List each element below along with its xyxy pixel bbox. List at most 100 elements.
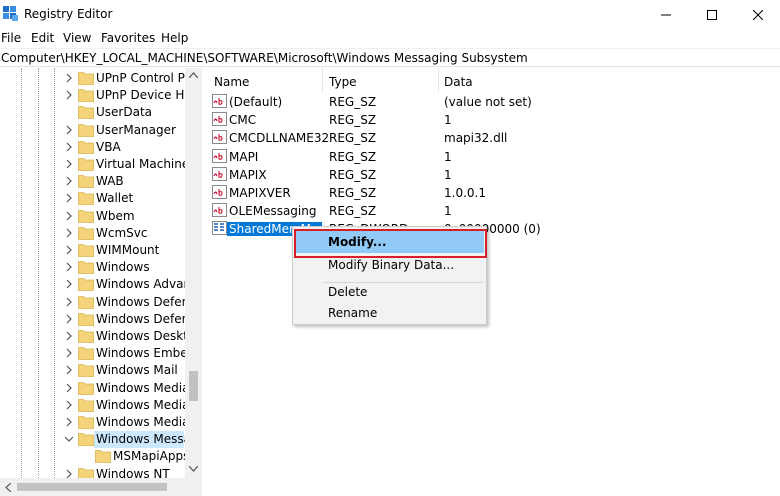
tree-item[interactable]: Windows Defend <box>0 294 190 311</box>
tree-item[interactable]: Windows Media D <box>0 380 190 397</box>
chevron-right-icon[interactable] <box>64 245 74 255</box>
tree-item[interactable]: UPnP Device Hos <box>0 87 190 104</box>
tree-item-label: UserData <box>96 105 153 120</box>
value-row[interactable]: MAPI REG_SZ 1 <box>206 148 766 166</box>
value-row[interactable]: CMCDLLNAME32 REG_SZ mapi32.dll <box>206 129 766 147</box>
tree-item[interactable]: WIMMount <box>0 242 190 259</box>
value-data: 1 <box>444 167 452 182</box>
tree-item[interactable]: UserManager <box>0 122 190 139</box>
tree-item[interactable]: Windows Defend <box>0 311 190 328</box>
chevron-down-icon[interactable] <box>64 434 74 444</box>
chevron-right-icon[interactable] <box>64 297 74 307</box>
string-value-icon <box>212 203 227 218</box>
chevron-right-icon[interactable] <box>64 193 74 203</box>
chevron-right-icon[interactable] <box>64 125 74 135</box>
key-tree[interactable]: UPnP Control Poi UPnP Device Hos UserData U… <box>0 68 202 496</box>
scrollbar-thumb[interactable] <box>189 371 198 401</box>
value-row[interactable]: MAPIX REG_SZ 1 <box>206 166 766 184</box>
string-value-icon <box>212 94 227 108</box>
column-divider[interactable] <box>438 68 439 92</box>
value-data: (value not set) <box>444 95 532 109</box>
menu-help[interactable]: Help <box>161 31 188 45</box>
tree-item-label: Virtual Machine <box>96 157 185 171</box>
chevron-right-icon[interactable] <box>64 159 74 169</box>
chevron-right-icon[interactable] <box>64 211 74 221</box>
tree-item[interactable]: Windows Media P <box>0 414 190 431</box>
menu-view[interactable]: View <box>63 31 91 45</box>
value-row[interactable]: CMC REG_SZ 1 <box>206 111 766 129</box>
folder-icon <box>78 244 94 257</box>
tree-item[interactable]: Wbem <box>0 208 190 225</box>
column-header-data[interactable]: Data <box>444 75 473 89</box>
value-row[interactable]: (Default) REG_SZ (value not set) <box>206 93 766 111</box>
tree-item[interactable]: Windows Messag <box>0 431 190 449</box>
chevron-right-icon[interactable] <box>64 365 74 375</box>
scroll-up-icon[interactable] <box>189 72 198 78</box>
tree-item-label: VBA <box>96 139 121 154</box>
value-row[interactable]: OLEMessaging REG_SZ 1 <box>206 202 766 220</box>
chevron-right-icon[interactable] <box>64 279 74 289</box>
tree-item[interactable]: WAB <box>0 173 190 190</box>
maximize-button[interactable] <box>689 0 735 29</box>
chevron-right-icon[interactable] <box>64 228 74 238</box>
tree-item[interactable]: Windows Embedd <box>0 345 190 362</box>
column-divider[interactable] <box>322 68 323 92</box>
tree-horizontal-scrollbar[interactable] <box>0 478 202 496</box>
chevron-right-icon[interactable] <box>64 348 74 358</box>
chevron-right-icon[interactable] <box>64 176 74 186</box>
tree-item[interactable]: Windows Media F <box>0 397 190 414</box>
folder-icon <box>78 295 94 309</box>
registry-editor-icon <box>3 6 18 21</box>
scroll-left-icon[interactable] <box>5 483 11 492</box>
chevron-right-icon[interactable] <box>64 142 74 152</box>
tree-item-label: MSMapiApps <box>113 449 185 464</box>
tree-item[interactable]: WcmSvc <box>0 225 190 242</box>
string-value-icon <box>212 130 227 145</box>
window-title: Registry Editor <box>24 7 113 21</box>
chevron-right-icon[interactable] <box>64 73 74 83</box>
column-header-type[interactable]: Type <box>329 75 357 89</box>
string-value-icon <box>212 166 227 181</box>
menu-file[interactable]: File <box>1 31 21 45</box>
tree-item-label: UPnP Device Hos <box>96 88 185 103</box>
tree-item-label: Windows Embedd <box>96 346 185 361</box>
tree-item[interactable]: Windows Mail <box>0 362 190 379</box>
tree-item[interactable]: Windows Desktop <box>0 328 190 345</box>
chevron-right-icon[interactable] <box>64 314 74 324</box>
menu-favorites[interactable]: Favorites <box>101 31 155 45</box>
close-button[interactable] <box>735 0 780 29</box>
chevron-right-icon[interactable] <box>64 262 74 272</box>
value-data: mapi32.dll <box>444 131 508 146</box>
tree-item[interactable]: Wallet <box>0 190 190 207</box>
tree-vertical-scrollbar[interactable] <box>185 68 202 478</box>
tree-item[interactable]: Virtual Machine <box>0 156 190 173</box>
tree-item[interactable]: MSMapiApps <box>0 448 190 465</box>
value-row[interactable]: MAPIXVER REG_SZ 1.0.0.1 <box>206 184 766 202</box>
tree-item[interactable]: UserData <box>0 104 190 121</box>
context-menu-delete[interactable]: Delete <box>295 281 484 303</box>
value-data: 1 <box>444 113 452 128</box>
context-menu-rename[interactable]: Rename <box>295 302 484 324</box>
chevron-right-icon[interactable] <box>64 383 74 393</box>
chevron-right-icon[interactable] <box>64 417 74 427</box>
address-path[interactable]: Computer\HKEY_LOCAL_MACHINE\SOFTWARE\Mic… <box>1 51 528 65</box>
scrollbar-thumb[interactable] <box>17 483 167 491</box>
chevron-right-icon[interactable] <box>64 400 74 410</box>
minimize-button[interactable] <box>643 0 689 29</box>
folder-icon <box>78 123 94 137</box>
folder-icon <box>78 312 94 326</box>
chevron-right-icon[interactable] <box>64 331 74 341</box>
column-header-name[interactable]: Name <box>214 75 249 89</box>
menu-edit[interactable]: Edit <box>31 31 54 45</box>
title-bar: Registry Editor <box>0 0 780 29</box>
value-name: OLEMessaging <box>229 204 317 219</box>
value-name: MAPIX <box>229 167 267 182</box>
chevron-right-icon[interactable] <box>64 90 74 100</box>
tree-item[interactable]: Windows <box>0 259 190 276</box>
tree-item[interactable]: Windows Advanc <box>0 276 190 293</box>
tree-item[interactable]: UPnP Control Poi <box>0 70 190 87</box>
scroll-down-icon[interactable] <box>189 466 198 472</box>
tree-item[interactable]: VBA <box>0 139 190 156</box>
value-name: (Default) <box>229 95 283 109</box>
address-bar[interactable]: Computer\HKEY_LOCAL_MACHINE\SOFTWARE\Mic… <box>0 48 780 67</box>
